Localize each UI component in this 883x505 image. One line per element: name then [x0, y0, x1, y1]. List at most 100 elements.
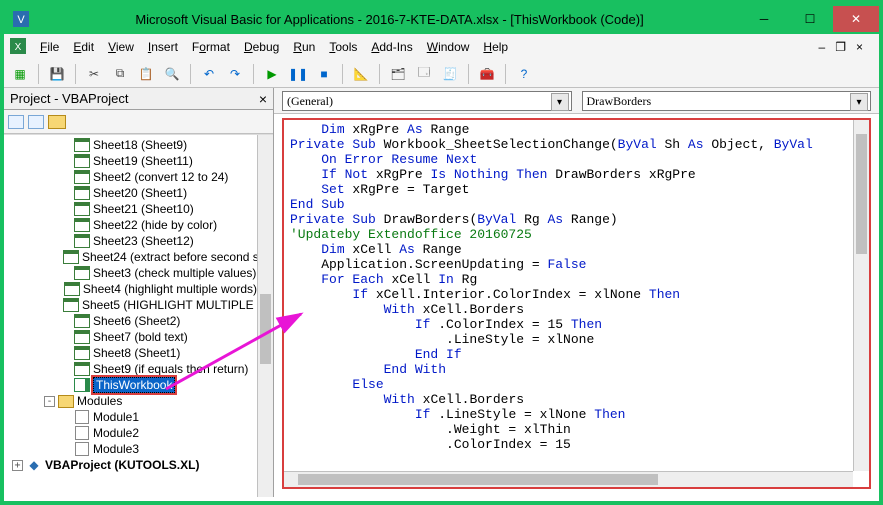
code-line: .Weight = xlThin: [290, 422, 853, 437]
tree-label: Sheet21 (Sheet10): [93, 202, 194, 216]
tree-twisty[interactable]: +: [12, 460, 23, 471]
menu-insert[interactable]: Insert: [142, 38, 184, 56]
code-window: (General) DrawBorders Dim xRgPre As Rang…: [274, 88, 879, 497]
toggle-folders-icon[interactable]: [48, 115, 66, 129]
sheet-icon: [74, 138, 90, 152]
tree-node[interactable]: -Modules: [12, 393, 257, 409]
code-line: If xCell.Interior.ColorIndex = xlNone Th…: [290, 287, 853, 302]
tree-twisty[interactable]: -: [44, 396, 55, 407]
menu-file[interactable]: File: [34, 38, 65, 56]
code-line: With xCell.Borders: [290, 302, 853, 317]
maximize-button[interactable]: ☐: [787, 6, 833, 32]
code-line: With xCell.Borders: [290, 392, 853, 407]
sheet-icon: [64, 282, 80, 296]
menu-view[interactable]: View: [102, 38, 140, 56]
tree-node[interactable]: Sheet21 (Sheet10): [12, 201, 257, 217]
project-explorer-icon[interactable]: 🗂: [388, 64, 408, 84]
tree-twisty: [60, 204, 71, 215]
tree-node[interactable]: Sheet18 (Sheet9): [12, 137, 257, 153]
tree-node[interactable]: Module1: [12, 409, 257, 425]
view-excel-icon[interactable]: ▦: [10, 64, 30, 84]
tree-label: Sheet4 (highlight multiple words): [83, 282, 257, 296]
menu-debug[interactable]: Debug: [238, 38, 285, 56]
tree-node[interactable]: Sheet24 (extract before second space): [12, 249, 257, 265]
save-icon[interactable]: 💾: [47, 64, 67, 84]
tree-twisty: [60, 156, 71, 167]
svg-text:X: X: [15, 42, 22, 53]
sheet-icon: [74, 346, 90, 360]
tree-node[interactable]: +VBAProject (KUTOOLS.XL): [12, 457, 257, 473]
sheet-icon: [63, 298, 79, 312]
menu-help[interactable]: Help: [477, 38, 514, 56]
tree-node[interactable]: Sheet23 (Sheet12): [12, 233, 257, 249]
toolbox-icon[interactable]: 🧰: [477, 64, 497, 84]
tree-twisty: [60, 172, 71, 183]
tree-scrollbar[interactable]: [257, 135, 273, 497]
code-line: Private Sub DrawBorders(ByVal Rg As Rang…: [290, 212, 853, 227]
project-explorer-close-button[interactable]: ×: [259, 91, 267, 107]
tree-node[interactable]: Sheet2 (convert 12 to 24): [12, 169, 257, 185]
copy-icon[interactable]: ⧉: [110, 64, 130, 84]
project-explorer-toolbar: [4, 110, 273, 134]
tree-node[interactable]: Sheet4 (highlight multiple words): [12, 281, 257, 297]
break-icon[interactable]: ❚❚: [288, 64, 308, 84]
paste-icon[interactable]: 📋: [136, 64, 156, 84]
close-button[interactable]: ✕: [833, 6, 879, 32]
menu-addins[interactable]: Add-Ins: [365, 38, 418, 56]
tree-node[interactable]: Sheet19 (Sheet11): [12, 153, 257, 169]
menu-edit[interactable]: Edit: [67, 38, 100, 56]
object-browser-icon[interactable]: 🧾: [440, 64, 460, 84]
tree-node[interactable]: Sheet8 (Sheet1): [12, 345, 257, 361]
menu-format[interactable]: Format: [186, 38, 236, 56]
properties-icon[interactable]: 🗔: [414, 64, 434, 84]
project-tree[interactable]: Sheet18 (Sheet9)Sheet19 (Sheet11)Sheet2 …: [4, 135, 257, 497]
code-line: End Sub: [290, 197, 853, 212]
mdi-restore-button[interactable]: ❐: [835, 40, 846, 54]
sheet-icon: [74, 234, 90, 248]
minimize-button[interactable]: ─: [741, 6, 787, 32]
code-line: Private Sub Workbook_SheetSelectionChang…: [290, 137, 853, 152]
tree-twisty: [60, 332, 71, 343]
find-icon[interactable]: 🔍: [162, 64, 182, 84]
undo-icon[interactable]: ↶: [199, 64, 219, 84]
code-line: .ColorIndex = 15: [290, 437, 853, 452]
sheet-icon: [63, 250, 79, 264]
help-icon[interactable]: ?: [514, 64, 534, 84]
procedure-combo[interactable]: DrawBorders: [582, 91, 872, 111]
design-mode-icon[interactable]: 📐: [351, 64, 371, 84]
tree-node[interactable]: Sheet7 (bold text): [12, 329, 257, 345]
tree-label: Sheet7 (bold text): [93, 330, 188, 344]
tree-node[interactable]: Module2: [12, 425, 257, 441]
tree-twisty: [60, 268, 71, 279]
cut-icon[interactable]: ✂: [84, 64, 104, 84]
tree-node[interactable]: Module3: [12, 441, 257, 457]
view-object-icon[interactable]: [28, 115, 44, 129]
tree-node[interactable]: Sheet22 (hide by color): [12, 217, 257, 233]
sheet-icon: [74, 170, 90, 184]
menu-tools[interactable]: Tools: [323, 38, 363, 56]
menu-window[interactable]: Window: [421, 38, 476, 56]
tree-node[interactable]: ThisWorkbook: [12, 377, 257, 393]
project-explorer-title: Project - VBAProject ×: [4, 88, 273, 110]
tree-node[interactable]: Sheet5 (HIGHLIGHT MULTIPLE VALUES): [12, 297, 257, 313]
code-hscrollbar[interactable]: [284, 471, 853, 487]
tree-node[interactable]: Sheet3 (check multiple values): [12, 265, 257, 281]
tree-node[interactable]: Sheet9 (if equals then return): [12, 361, 257, 377]
menu-run[interactable]: Run: [287, 38, 321, 56]
reset-icon[interactable]: ■: [314, 64, 334, 84]
code-line: Dim xCell As Range: [290, 242, 853, 257]
redo-icon[interactable]: ↷: [225, 64, 245, 84]
code-line: If Not xRgPre Is Nothing Then DrawBorder…: [290, 167, 853, 182]
mdi-close-button[interactable]: ×: [856, 40, 863, 54]
run-icon[interactable]: ▶: [262, 64, 282, 84]
tree-node[interactable]: Sheet6 (Sheet2): [12, 313, 257, 329]
svg-text:V: V: [17, 14, 25, 26]
code-vscrollbar[interactable]: [853, 120, 869, 471]
code-line: .LineStyle = xlNone: [290, 332, 853, 347]
tree-node[interactable]: Sheet20 (Sheet1): [12, 185, 257, 201]
mdi-minimize-button[interactable]: –: [819, 40, 826, 54]
code-editor[interactable]: Dim xRgPre As RangePrivate Sub Workbook_…: [284, 120, 853, 471]
book-icon: [74, 378, 90, 392]
object-combo[interactable]: (General): [282, 91, 572, 111]
view-code-icon[interactable]: [8, 115, 24, 129]
